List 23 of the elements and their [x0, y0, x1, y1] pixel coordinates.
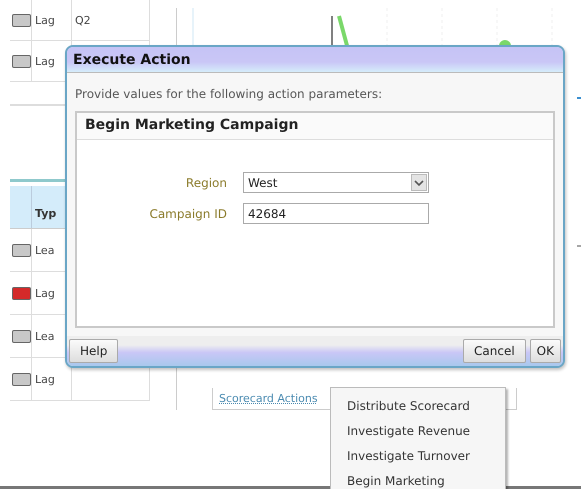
menu-item[interactable]: Investigate Revenue [331, 418, 505, 443]
scorecard-actions-link[interactable]: Scorecard Actions [219, 392, 318, 405]
action-title: Begin Marketing Campaign [77, 113, 553, 140]
type-cell: Lag [35, 14, 55, 26]
dialog-title: Execute Action [67, 47, 563, 73]
dialog-button[interactable]: Cancel [463, 339, 526, 363]
column-header: Typ [35, 207, 56, 220]
type-cell: Lea [35, 244, 54, 256]
type-cell: Lag [35, 286, 55, 300]
region-dropdown[interactable]: West [243, 172, 429, 193]
help-button[interactable]: Help [69, 339, 118, 363]
dialog-button[interactable]: OK [530, 339, 561, 363]
menu-item[interactable]: Begin Marketing [331, 468, 505, 489]
menu-item[interactable]: Distribute Scorecard [331, 393, 505, 418]
field-label: Campaign ID [148, 206, 227, 220]
instructions-text: Provide values for the following action parameters: [75, 87, 384, 101]
field-label: Region [184, 176, 227, 190]
table-cell: Q2 [75, 14, 91, 26]
type-cell: Lag [35, 372, 55, 386]
type-cell: Lag [35, 54, 55, 68]
menu-item[interactable]: Investigate Turnover [331, 443, 505, 468]
type-cell: Lea [35, 330, 54, 342]
campaign-id-field[interactable]: 42684 [243, 203, 429, 224]
